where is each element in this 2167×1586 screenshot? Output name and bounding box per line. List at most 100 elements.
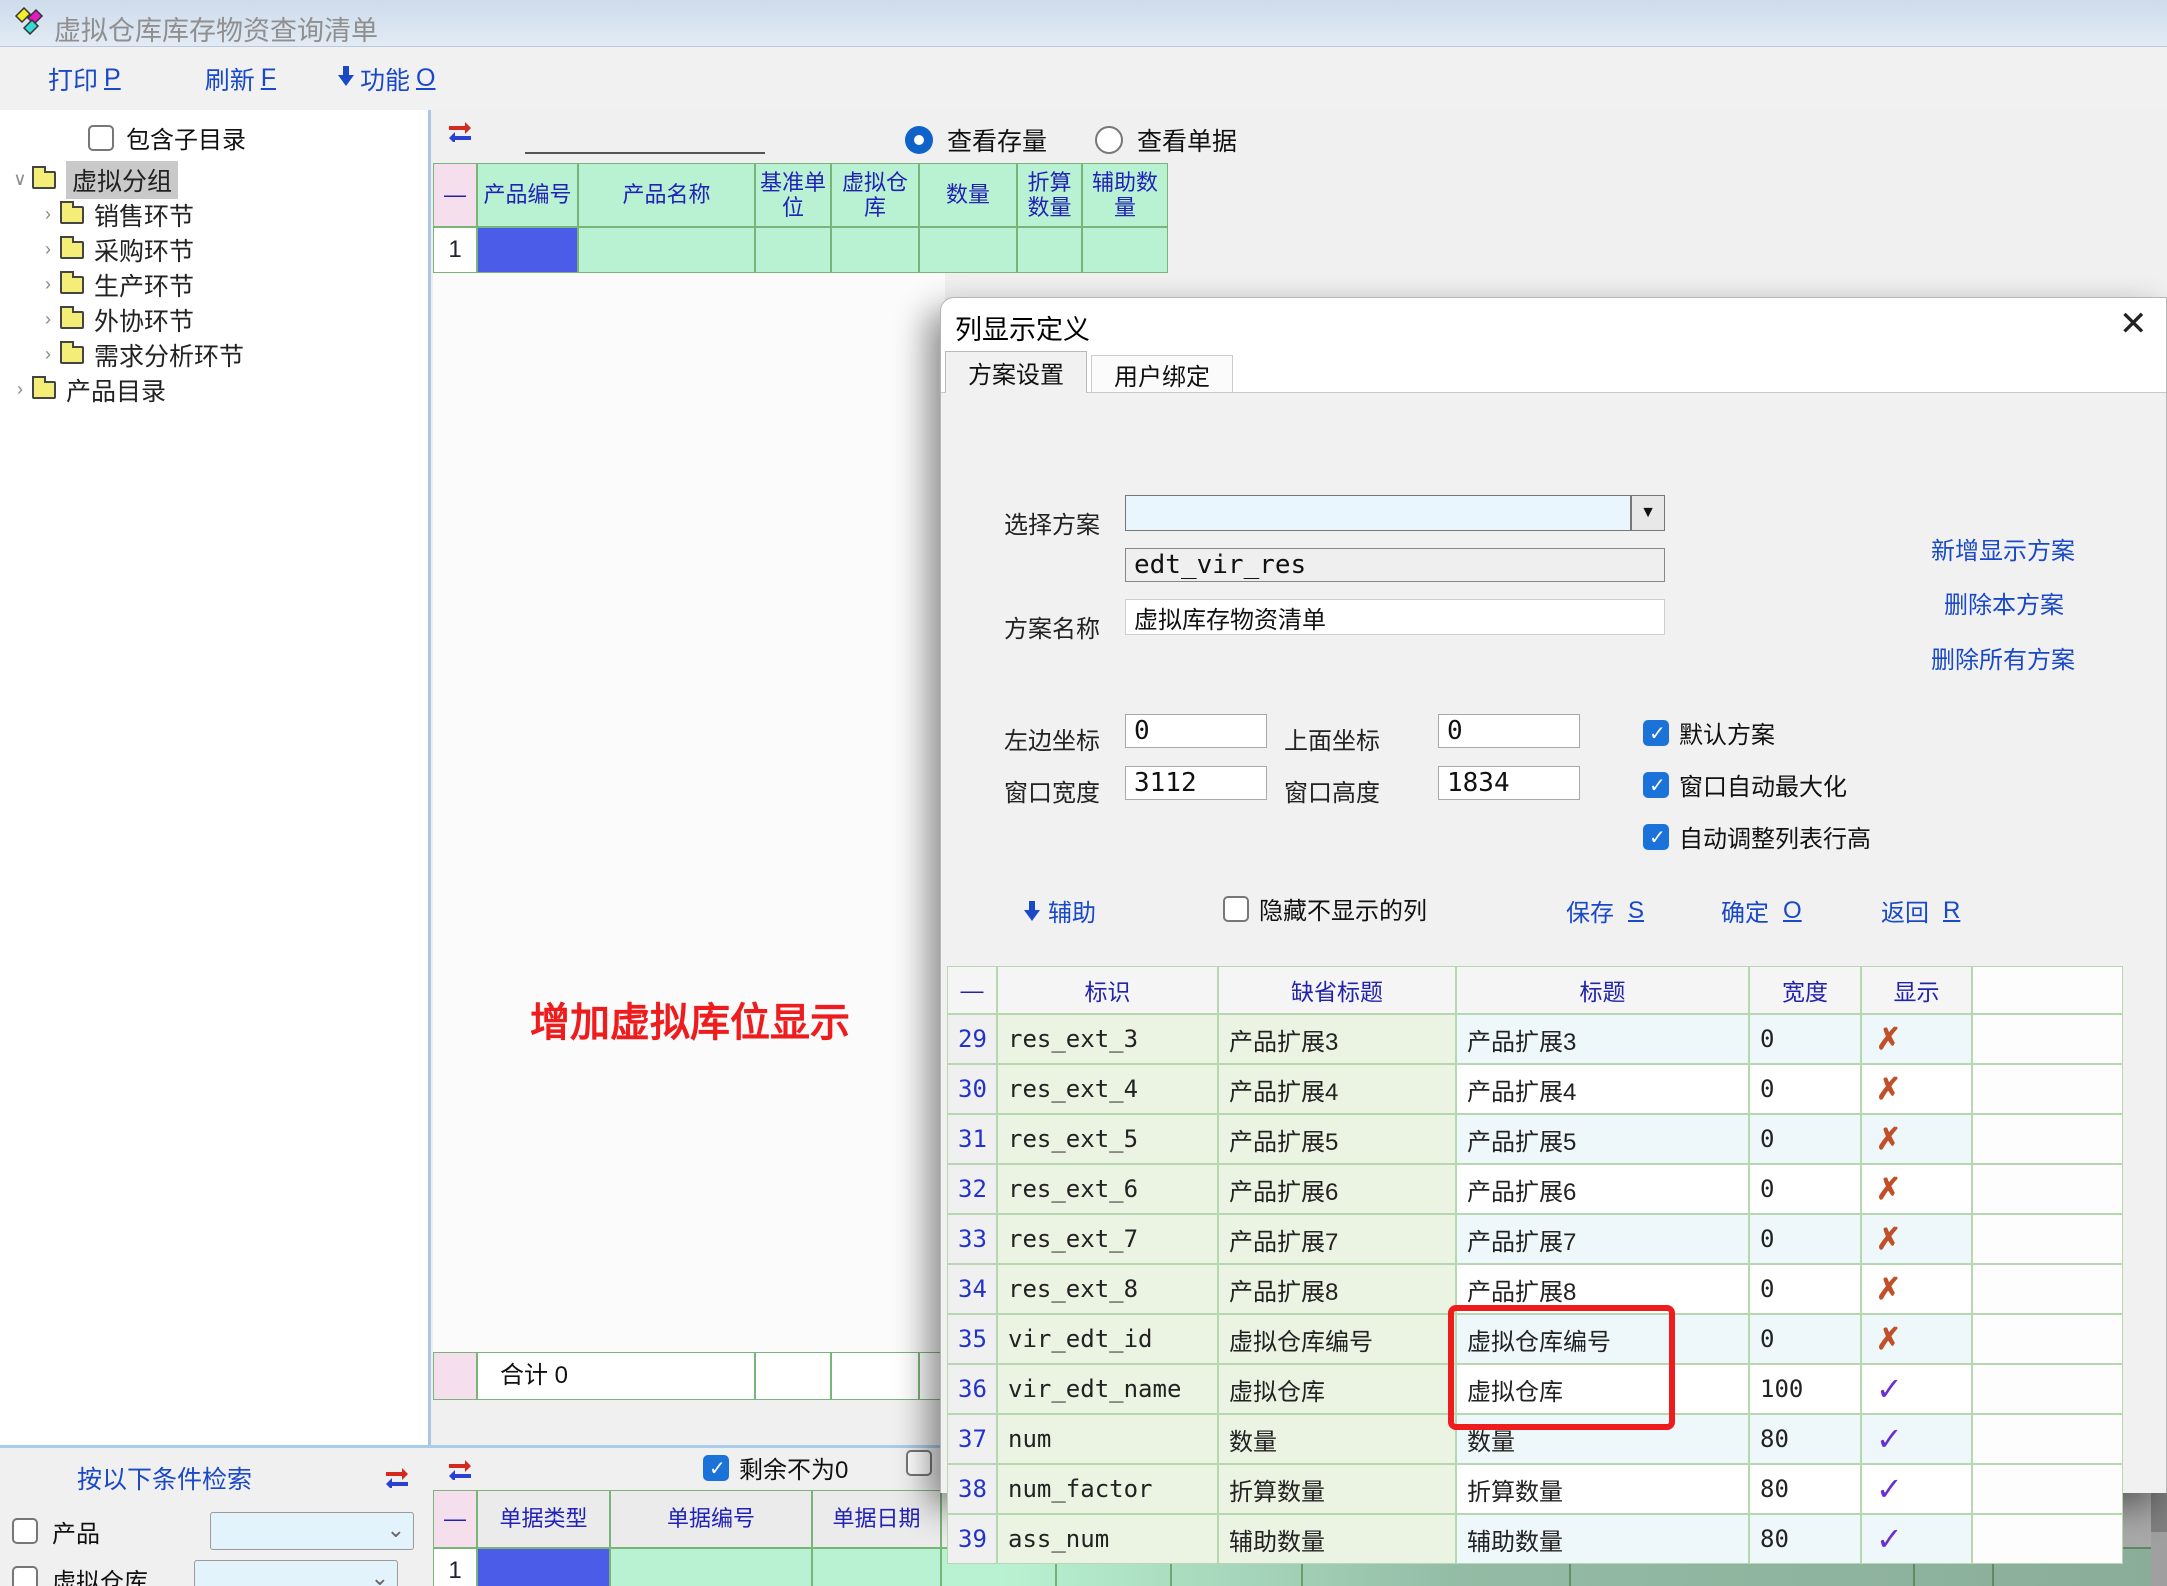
title-cell[interactable]: 辅助数量 (1456, 1514, 1749, 1564)
visible-cell[interactable]: ✗ (1861, 1214, 1972, 1264)
default-title-cell[interactable]: 虚拟仓库 (1218, 1364, 1456, 1414)
column-header-显示[interactable]: 显示 (1861, 966, 1972, 1014)
data-cell[interactable] (477, 227, 578, 273)
default-title-cell[interactable]: 产品扩展7 (1218, 1214, 1456, 1264)
default-title-cell[interactable]: 产品扩展6 (1218, 1164, 1456, 1214)
menu-item-o[interactable]: 功能O (338, 61, 435, 97)
tree-item-销售环节[interactable]: ›销售环节 (0, 197, 420, 232)
field-id-cell[interactable]: vir_edt_name (997, 1364, 1218, 1414)
field-id-cell[interactable]: res_ext_5 (997, 1114, 1218, 1164)
ok-button[interactable]: 确定O (1721, 893, 1802, 928)
default-title-cell[interactable]: 产品扩展5 (1218, 1114, 1456, 1164)
link-add-scheme[interactable]: 新增显示方案 (1931, 531, 2075, 566)
tree-item-需求分析环节[interactable]: ›需求分析环节 (0, 337, 420, 372)
row-selector-header[interactable]: — (433, 163, 477, 227)
panel-divider[interactable] (428, 110, 431, 1447)
default-title-cell[interactable]: 产品扩展4 (1218, 1064, 1456, 1114)
row-number-cell[interactable]: 37 (947, 1414, 997, 1464)
row-number-cell[interactable]: 38 (947, 1464, 997, 1514)
row-number-cell[interactable]: 35 (947, 1314, 997, 1364)
chevron-right-icon[interactable]: › (36, 274, 60, 295)
scheme-combobox[interactable] (1125, 495, 1631, 531)
tree-item-虚拟分组[interactable]: ∨虚拟分组 (0, 162, 420, 197)
quick-filter-input[interactable] (525, 152, 765, 154)
width-cell[interactable]: 0 (1749, 1164, 1861, 1214)
column-definition-row[interactable]: 38num_factor折算数量折算数量80✓ (947, 1464, 2123, 1514)
default-title-cell[interactable]: 虚拟仓库编号 (1218, 1314, 1456, 1364)
title-cell[interactable]: 产品扩展3 (1456, 1014, 1749, 1064)
window-height-field[interactable]: 1834 (1438, 766, 1580, 800)
visible-cell[interactable]: ✗ (1861, 1164, 1972, 1214)
auto-maximize-row[interactable]: 窗口自动最大化 (1643, 767, 1847, 802)
chevron-right-icon[interactable]: › (8, 379, 32, 400)
filter-dropdown-1[interactable]: ⌄ (194, 1560, 398, 1586)
visible-cell[interactable]: ✓ (1861, 1464, 1972, 1514)
width-cell[interactable]: 0 (1749, 1014, 1861, 1064)
chevron-right-icon[interactable]: › (36, 309, 60, 330)
column-header-单据日期[interactable]: 单据日期 (812, 1490, 941, 1548)
tree-item-生产环节[interactable]: ›生产环节 (0, 267, 420, 302)
combobox-dropdown-button[interactable]: ▼ (1631, 495, 1665, 531)
column-definition-row[interactable]: 32res_ext_6产品扩展6产品扩展60✗ (947, 1164, 2123, 1214)
window-width-field[interactable]: 3112 (1125, 766, 1267, 800)
row-number-cell[interactable]: 32 (947, 1164, 997, 1214)
tree-item-采购环节[interactable]: ›采购环节 (0, 232, 420, 267)
width-cell[interactable]: 100 (1749, 1364, 1861, 1414)
data-cell[interactable] (812, 1548, 941, 1586)
column-header-单据类型[interactable]: 单据类型 (477, 1490, 610, 1548)
default-title-cell[interactable]: 数量 (1218, 1414, 1456, 1464)
data-cell[interactable] (477, 1548, 610, 1586)
data-cell[interactable] (919, 227, 1017, 273)
column-definition-row[interactable]: 31res_ext_5产品扩展5产品扩展50✗ (947, 1114, 2123, 1164)
column-header-产品名称[interactable]: 产品名称 (578, 163, 755, 227)
menu-item-f[interactable]: 刷新F (205, 61, 276, 97)
column-header-基准单位[interactable]: 基准单位 (755, 163, 831, 227)
scheme-name-field[interactable]: 虚拟库存物资清单 (1125, 599, 1665, 635)
filter-dropdown-0[interactable]: ⌄ (210, 1512, 414, 1550)
default-title-cell[interactable]: 辅助数量 (1218, 1514, 1456, 1564)
default-scheme-row[interactable]: 默认方案 (1643, 715, 1775, 750)
column-header-虚拟仓库[interactable]: 虚拟仓库 (831, 163, 919, 227)
swap-arrows-icon[interactable] (447, 1458, 473, 1485)
chevron-right-icon[interactable]: › (36, 344, 60, 365)
field-id-cell[interactable]: num (997, 1414, 1218, 1464)
width-cell[interactable]: 0 (1749, 1264, 1861, 1314)
title-cell[interactable]: 产品扩展7 (1456, 1214, 1749, 1264)
row-number-cell[interactable]: 30 (947, 1064, 997, 1114)
include-subdir-row[interactable]: 包含子目录 (88, 120, 246, 155)
field-id-cell[interactable]: res_ext_4 (997, 1064, 1218, 1114)
link-delete-all-schemes[interactable]: 删除所有方案 (1931, 640, 2075, 675)
left-coord-field[interactable]: 0 (1125, 714, 1267, 748)
field-id-cell[interactable]: ass_num (997, 1514, 1218, 1564)
visible-cell[interactable]: ✗ (1861, 1014, 1972, 1064)
column-definition-row[interactable]: 29res_ext_3产品扩展3产品扩展30✗ (947, 1014, 2123, 1064)
filter-checkbox-1[interactable] (12, 1566, 38, 1586)
include-subdir-checkbox[interactable] (88, 125, 114, 151)
column-header-产品编号[interactable]: 产品编号 (477, 163, 578, 227)
visible-cell[interactable]: ✓ (1861, 1364, 1972, 1414)
visible-cell[interactable]: ✓ (1861, 1514, 1972, 1564)
column-definition-row[interactable]: 30res_ext_4产品扩展4产品扩展40✗ (947, 1064, 2123, 1114)
visible-cell[interactable]: ✗ (1861, 1314, 1972, 1364)
default-title-cell[interactable]: 产品扩展3 (1218, 1014, 1456, 1064)
row-number-cell[interactable]: 33 (947, 1214, 997, 1264)
scheme-id-field[interactable]: edt_vir_res (1125, 548, 1665, 582)
title-cell[interactable]: 折算数量 (1456, 1464, 1749, 1514)
width-cell[interactable]: 0 (1749, 1314, 1861, 1364)
title-cell[interactable]: 产品扩展5 (1456, 1114, 1749, 1164)
auto-row-height-checkbox[interactable] (1643, 824, 1669, 850)
auto-row-height-row[interactable]: 自动调整列表行高 (1643, 819, 1871, 854)
menu-item-p[interactable]: 打印P (48, 61, 121, 97)
column-header-标识[interactable]: 标识 (997, 966, 1218, 1014)
field-id-cell[interactable]: res_ext_3 (997, 1014, 1218, 1064)
save-button[interactable]: 保存S (1566, 893, 1644, 928)
top-coord-field[interactable]: 0 (1438, 714, 1580, 748)
chevron-down-icon[interactable]: ∨ (8, 169, 32, 190)
column-definition-row[interactable]: 33res_ext_7产品扩展7产品扩展70✗ (947, 1214, 2123, 1264)
width-cell[interactable]: 80 (1749, 1414, 1861, 1464)
swap-arrows-icon[interactable] (447, 120, 473, 147)
tab-方案设置[interactable]: 方案设置 (945, 351, 1087, 393)
data-cell[interactable] (1017, 227, 1082, 273)
tree-item-外协环节[interactable]: ›外协环节 (0, 302, 420, 337)
filter-checkbox-0[interactable] (12, 1518, 38, 1544)
